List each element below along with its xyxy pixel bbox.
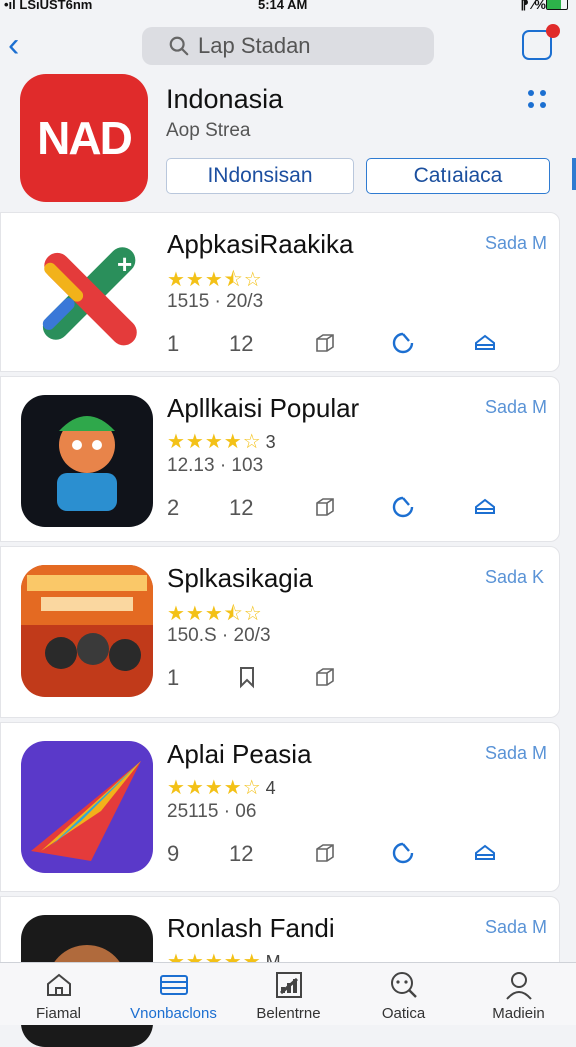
box-icon[interactable] xyxy=(313,841,337,865)
app-name: ApþkasiRaakika xyxy=(167,229,354,259)
app-meta: 150.S · 20/3 xyxy=(167,625,271,646)
scroll-edge xyxy=(572,158,576,190)
tab-label: Oatica xyxy=(381,1005,426,1022)
status-bar: •ıl LSıUSТ6nm 5:14 AM ⁋ ⁄% xyxy=(0,0,576,14)
refresh-icon[interactable] xyxy=(391,841,415,865)
box-icon[interactable] xyxy=(313,495,337,519)
search-input[interactable]: Lap Stadan xyxy=(198,33,311,59)
tab-bar: Fiamal Vnonbaclons Belentrne Oatica Madiein xyxy=(0,962,576,1025)
rating-stars: ★★★★☆ 3 xyxy=(167,431,277,453)
battery-icon xyxy=(546,0,568,10)
tab-label: Vnonbaclons xyxy=(130,1005,217,1022)
app-icon[interactable]: + xyxy=(21,231,153,363)
search-icon xyxy=(346,969,461,1001)
app-name: Splkasikagia xyxy=(167,563,313,593)
app-name: Ronlash Fandi xyxy=(167,913,335,943)
app-actions: 9 12 xyxy=(167,841,537,867)
box-icon[interactable] xyxy=(313,665,337,689)
tab-list[interactable]: Vnonbaclons xyxy=(116,963,231,1025)
rating-stars: ★★★★☆ 4 xyxy=(167,777,277,799)
featured-app: NAD Indonasia Aop Strea INdonsisan Catıa… xyxy=(0,72,576,212)
featured-title: Indonasia xyxy=(166,84,284,114)
app-meta: 12.13 · 103 xyxy=(167,455,264,476)
category-button-2[interactable]: Catıaiaca xyxy=(366,158,550,194)
app-actions: 2 12 xyxy=(167,495,537,521)
home-icon[interactable] xyxy=(473,495,497,519)
app-card[interactable]: Aplai Peasia Sada M ★★★★☆ 4 25115 · 06 9 12 xyxy=(0,722,560,892)
home-icon[interactable] xyxy=(473,331,497,355)
get-button[interactable]: Sada M xyxy=(485,397,547,418)
tab-label: Madiein xyxy=(492,1005,545,1022)
svg-text:+: + xyxy=(117,249,132,279)
notification-badge xyxy=(546,24,560,38)
tab-chart[interactable]: Belentrne xyxy=(231,963,346,1025)
home-icon xyxy=(1,969,116,1001)
box-icon[interactable] xyxy=(313,331,337,355)
get-button[interactable]: Sada M xyxy=(485,743,547,764)
action-count-1: 2 xyxy=(167,495,180,520)
tab-label: Belentrne xyxy=(256,1005,321,1022)
app-icon[interactable] xyxy=(21,565,153,697)
action-count-1: 1 xyxy=(167,331,180,356)
action-count-2: 12 xyxy=(229,495,254,520)
refresh-icon[interactable] xyxy=(391,495,415,519)
search-icon xyxy=(169,36,189,56)
tab-search[interactable]: Oatica xyxy=(346,963,461,1025)
app-name: Apllkaisi Popular xyxy=(167,393,360,423)
action-count-1: 9 xyxy=(167,841,180,866)
tab-profile[interactable]: Madiein xyxy=(461,963,576,1025)
get-button[interactable]: Sada M xyxy=(485,917,547,938)
tab-home[interactable]: Fiamal xyxy=(1,963,116,1025)
chart-icon xyxy=(231,969,346,1001)
action-count-1: 1 xyxy=(167,665,180,690)
app-icon[interactable] xyxy=(21,741,153,873)
refresh-icon[interactable] xyxy=(391,331,415,355)
search-bar[interactable]: Lap Stadan xyxy=(142,27,434,65)
app-card[interactable]: Splkasikagia Sada K ★★★⯪☆ 150.S · 20/3 1 xyxy=(0,546,560,718)
action-count-2: 12 xyxy=(229,841,254,866)
tab-label: Fiamal xyxy=(35,1005,81,1022)
category-button-1[interactable]: INdonsisan xyxy=(166,158,354,194)
app-actions: 1 12 xyxy=(167,331,537,357)
list-icon xyxy=(116,969,231,1001)
back-button[interactable]: ‹ xyxy=(8,28,19,62)
app-icon[interactable] xyxy=(21,395,153,527)
rating-count: 4 xyxy=(265,778,277,798)
get-button[interactable]: Sada K xyxy=(485,567,544,588)
status-icons: ⁋ ⁄% xyxy=(520,0,546,12)
app-card[interactable]: Apllkaisi Popular Sada M ★★★★☆ 3 12.13 · 103… xyxy=(0,376,560,542)
carrier-label: •ıl LSıUSТ6nm xyxy=(4,0,93,12)
featured-subtitle: Aop Strea xyxy=(166,120,251,141)
app-actions: 1 xyxy=(167,665,537,691)
app-card[interactable]: + ApþkasiRaakika Sada M ★★★⯪☆ 1515 · 20/3 1 12 xyxy=(0,212,560,372)
app-meta: 1515 · 20/3 xyxy=(167,291,264,312)
rating-count: 3 xyxy=(265,432,277,452)
bookmark-icon[interactable] xyxy=(235,665,259,689)
share-button[interactable] xyxy=(522,24,560,60)
get-button[interactable]: Sada M xyxy=(485,233,547,254)
action-count-2: 12 xyxy=(229,331,254,356)
clock: 5:14 AM xyxy=(258,0,308,12)
more-options-icon[interactable] xyxy=(524,88,550,112)
home-icon[interactable] xyxy=(473,841,497,865)
featured-app-icon[interactable]: NAD xyxy=(20,74,148,202)
profile-icon xyxy=(461,969,576,1001)
app-meta: 25115 · 06 xyxy=(167,801,257,822)
app-name: Aplai Peasia xyxy=(167,739,312,769)
